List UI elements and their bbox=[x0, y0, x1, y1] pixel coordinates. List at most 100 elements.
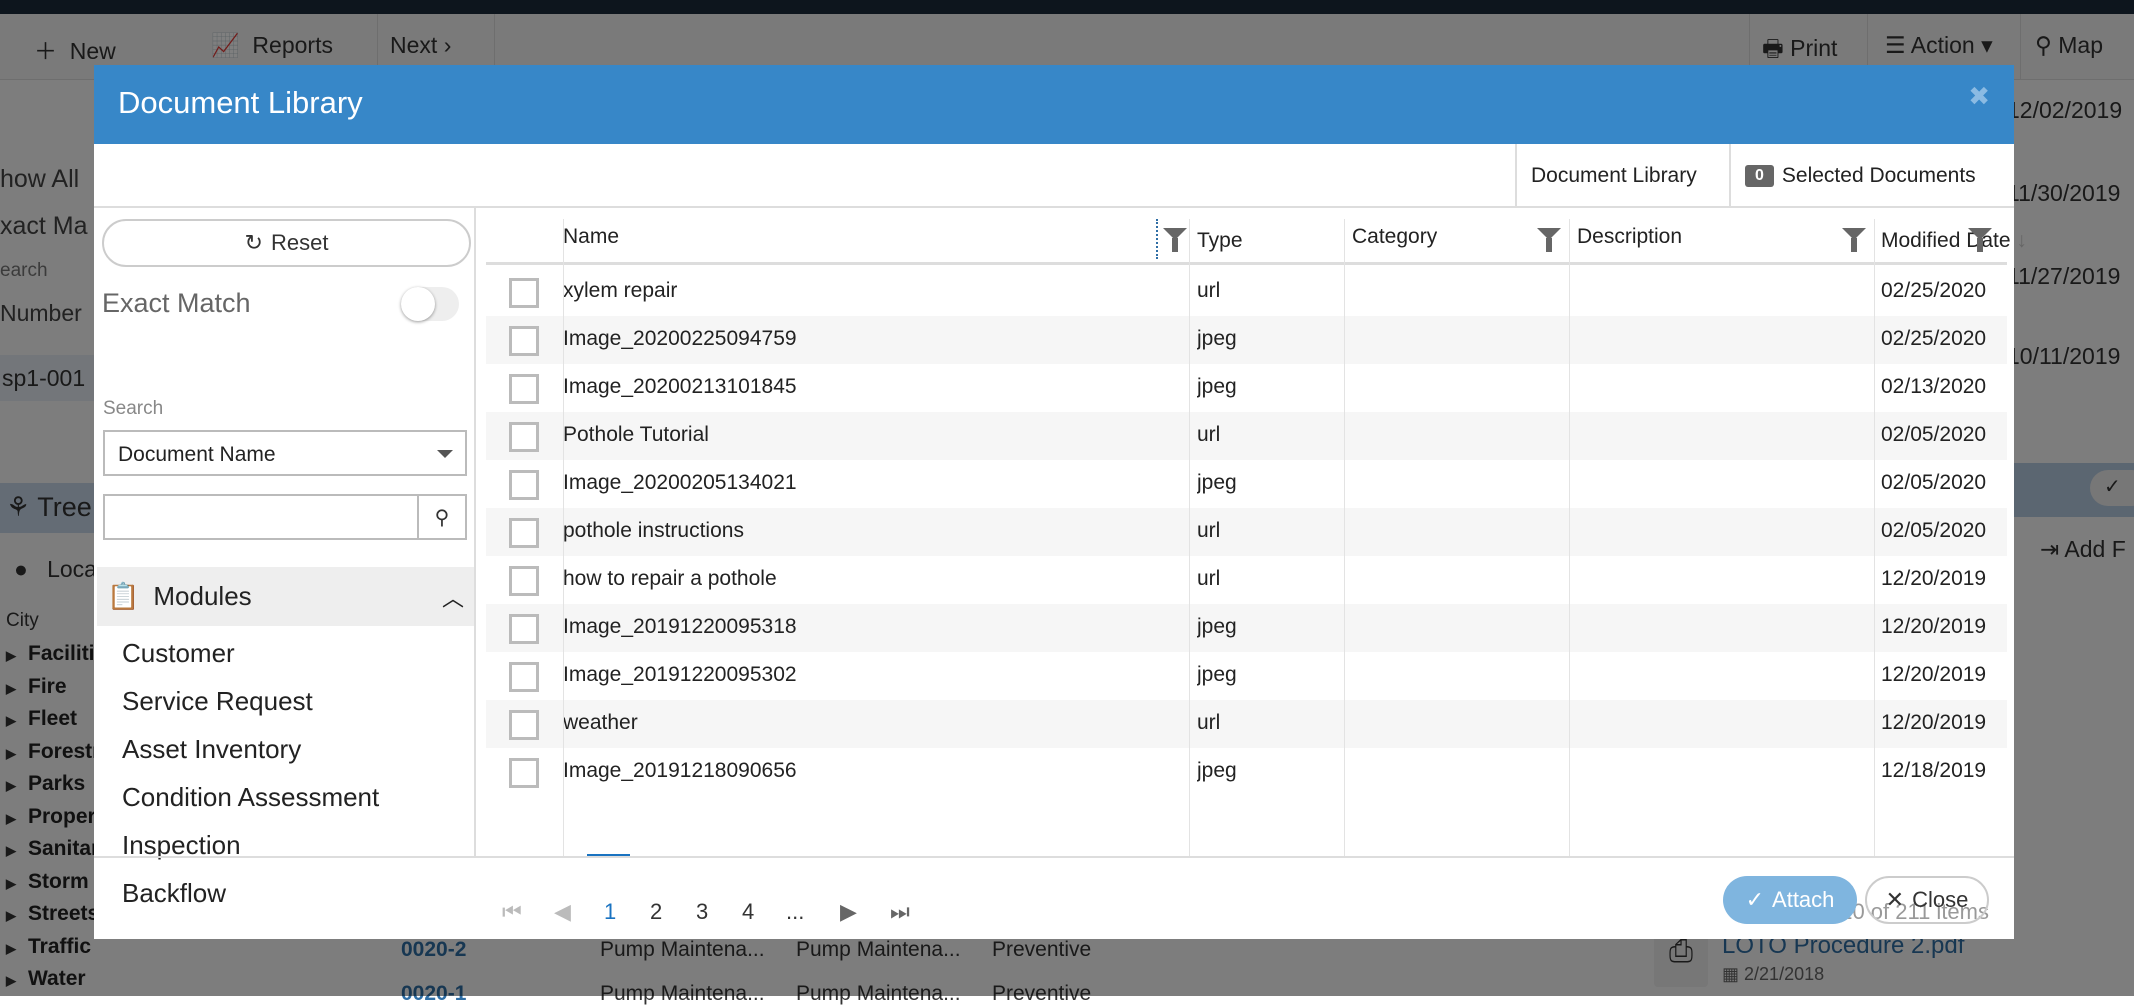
tab-document-library[interactable]: Document Library bbox=[1515, 144, 1729, 208]
row-checkbox[interactable] bbox=[509, 566, 539, 596]
search-button[interactable]: ⚲ bbox=[419, 496, 465, 538]
search-input[interactable] bbox=[105, 496, 419, 538]
grid-header: Name Type Category Description Modified … bbox=[486, 211, 2027, 265]
module-item[interactable]: Condition Assessment bbox=[122, 782, 379, 813]
table-row[interactable]: Image_20191218090656 jpeg 12/18/2019 bbox=[486, 748, 2007, 796]
cell-name: xylem repair bbox=[563, 279, 678, 302]
cell-name: Image_20191220095318 bbox=[563, 615, 797, 638]
table-row[interactable]: Image_20191220095302 jpeg 12/20/2019 bbox=[486, 652, 2007, 700]
row-checkbox[interactable] bbox=[509, 422, 539, 452]
reset-button[interactable]: ↻ Reset bbox=[102, 219, 471, 267]
row-checkbox[interactable] bbox=[509, 470, 539, 500]
row-checkbox[interactable] bbox=[509, 374, 539, 404]
exact-match-toggle[interactable] bbox=[401, 287, 459, 321]
row-checkbox[interactable] bbox=[509, 518, 539, 548]
tab-label: Document Library bbox=[1531, 164, 1697, 187]
reset-label: Reset bbox=[270, 230, 329, 255]
cell-type: jpeg bbox=[1197, 759, 1237, 782]
divider bbox=[1569, 219, 1570, 856]
dialog-header: Document Library ✖ bbox=[94, 65, 2014, 144]
document-library-dialog: Document Library ✖ Document Library 0 Sel… bbox=[94, 65, 2027, 939]
cell-name: how to repair a pothole bbox=[563, 567, 777, 590]
cell-type: url bbox=[1197, 711, 1221, 734]
cell-name: Image_20200213101845 bbox=[563, 375, 797, 398]
column-header-category[interactable]: Category bbox=[1352, 225, 1437, 249]
row-checkbox[interactable] bbox=[509, 710, 539, 740]
selected-count-badge: 0 bbox=[1745, 165, 1774, 187]
table-row[interactable]: weather url 12/20/2019 bbox=[486, 700, 2007, 748]
cell-name: Image_20200205134021 bbox=[563, 471, 797, 494]
cell-modified: 02/05/2020 bbox=[1881, 423, 1987, 446]
cell-name: Pothole Tutorial bbox=[563, 423, 709, 446]
filter-panel: ↻ Reset Exact Match Search Document Name … bbox=[94, 208, 476, 908]
cell-modified: 12/20/2019 bbox=[1881, 663, 1987, 686]
module-item[interactable]: Customer bbox=[122, 638, 235, 669]
caret-down-icon bbox=[437, 450, 453, 458]
chevron-up-icon: ︿ bbox=[441, 585, 464, 611]
module-item[interactable]: Service Request bbox=[122, 686, 313, 717]
filter-icon[interactable] bbox=[1842, 228, 1866, 252]
modules-title: Modules bbox=[153, 581, 252, 611]
column-header-type[interactable]: Type bbox=[1197, 229, 1243, 253]
cell-modified: 12/20/2019 bbox=[1881, 567, 1987, 590]
divider bbox=[563, 219, 564, 856]
cell-name: Image_20200225094759 bbox=[563, 327, 797, 350]
table-row[interactable]: Image_20191220095318 jpeg 12/20/2019 bbox=[486, 604, 2007, 652]
filter-icon[interactable] bbox=[1163, 228, 1187, 252]
column-header-name[interactable]: Name bbox=[563, 225, 619, 249]
table-row[interactable]: pothole instructions url 02/05/2020 bbox=[486, 508, 2007, 556]
table-row[interactable]: Image_20200213101845 jpeg 02/13/2020 bbox=[486, 364, 2007, 412]
cell-type: jpeg bbox=[1197, 615, 1237, 638]
column-header-description[interactable]: Description bbox=[1577, 225, 1682, 249]
module-item[interactable]: Asset Inventory bbox=[122, 734, 301, 765]
filter-icon[interactable] bbox=[1968, 228, 1992, 252]
cell-type: jpeg bbox=[1197, 471, 1237, 494]
divider bbox=[1874, 219, 1875, 856]
cell-type: jpeg bbox=[1197, 375, 1237, 398]
row-checkbox[interactable] bbox=[509, 758, 539, 788]
column-resize-handle[interactable] bbox=[1156, 219, 1158, 259]
row-checkbox[interactable] bbox=[509, 614, 539, 644]
row-checkbox[interactable] bbox=[509, 278, 539, 308]
row-checkbox[interactable] bbox=[509, 662, 539, 692]
search-icon: ⚲ bbox=[434, 506, 450, 529]
tab-label: Selected Documents bbox=[1781, 164, 1976, 187]
attach-button[interactable]: ✓ Attach bbox=[1723, 876, 1857, 924]
cell-modified: 12/18/2019 bbox=[1881, 759, 1987, 782]
cell-type: url bbox=[1197, 519, 1221, 542]
refresh-icon: ↻ bbox=[244, 230, 263, 255]
modules-header[interactable]: 📋 Modules ︿ bbox=[97, 567, 474, 626]
tab-bar: Document Library 0 Selected Documents bbox=[94, 144, 2014, 208]
documents-grid: Name Type Category Description Modified … bbox=[486, 211, 2027, 856]
close-label: Close bbox=[1912, 887, 1969, 912]
table-row[interactable]: Image_20200225094759 jpeg 02/25/2020 bbox=[486, 316, 2007, 364]
cell-type: url bbox=[1197, 423, 1221, 446]
divider bbox=[1344, 219, 1345, 856]
cell-modified: 12/20/2019 bbox=[1881, 615, 1987, 638]
cell-modified: 02/05/2020 bbox=[1881, 519, 1987, 542]
table-row[interactable]: Pothole Tutorial url 02/05/2020 bbox=[486, 412, 2007, 460]
filter-icon[interactable] bbox=[1537, 228, 1561, 252]
table-row[interactable]: Image_20200205134021 jpeg 02/05/2020 bbox=[486, 460, 2007, 508]
close-x-icon: ✕ bbox=[1885, 887, 1905, 912]
cell-modified: 02/05/2020 bbox=[1881, 471, 1987, 494]
cell-name: Image_20191218090656 bbox=[563, 759, 797, 782]
cell-type: url bbox=[1197, 279, 1221, 302]
clipboard-icon: 📋 bbox=[107, 581, 140, 611]
dialog-footer: ✓ Attach ✕ Close bbox=[94, 856, 2014, 939]
table-row[interactable]: xylem repair url 02/25/2020 bbox=[486, 268, 2007, 316]
cell-modified: 02/25/2020 bbox=[1881, 327, 1987, 350]
close-button[interactable]: ✕ Close bbox=[1865, 876, 1989, 924]
row-checkbox[interactable] bbox=[509, 326, 539, 356]
close-icon[interactable]: ✖ bbox=[1968, 81, 1990, 112]
search-field-select[interactable]: Document Name bbox=[103, 430, 467, 476]
search-box: ⚲ bbox=[103, 494, 467, 540]
cell-modified: 02/13/2020 bbox=[1881, 375, 1987, 398]
table-row[interactable]: how to repair a pothole url 12/20/2019 bbox=[486, 556, 2007, 604]
search-label: Search bbox=[103, 398, 164, 419]
column-header-modified-date[interactable]: Modified Date ↓ bbox=[1881, 229, 2027, 253]
cell-type: jpeg bbox=[1197, 663, 1237, 686]
tab-selected-documents[interactable]: 0 Selected Documents bbox=[1729, 144, 2014, 208]
check-icon: ✓ bbox=[1745, 887, 1765, 912]
select-value: Document Name bbox=[118, 443, 276, 466]
